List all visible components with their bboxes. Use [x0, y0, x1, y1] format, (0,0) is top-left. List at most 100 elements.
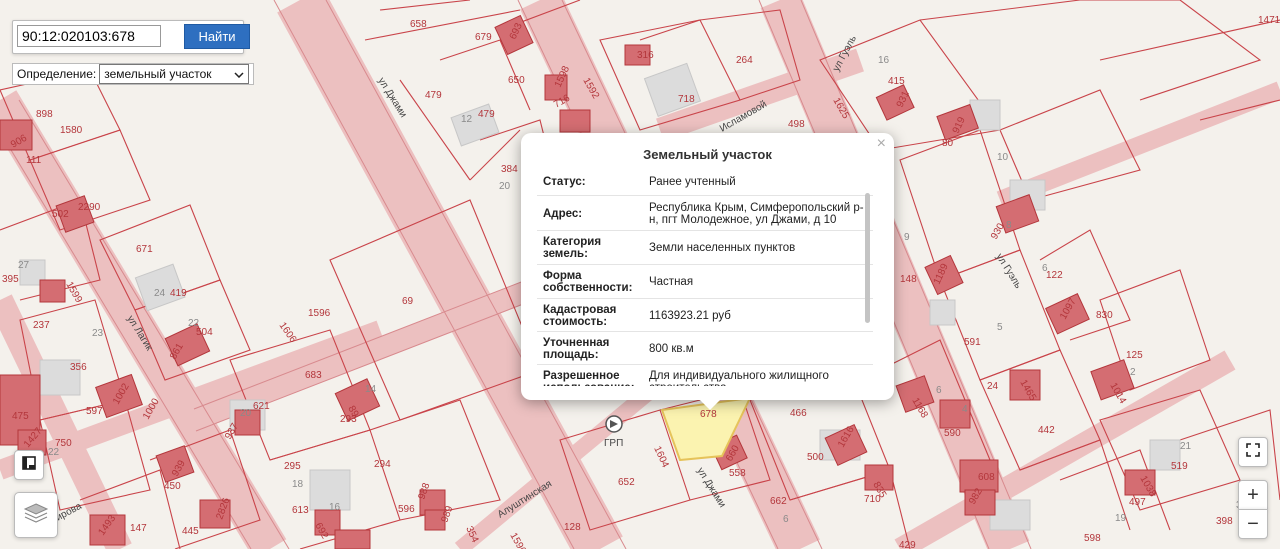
- popup-tip: [698, 398, 722, 410]
- svg-text:19: 19: [1115, 513, 1127, 524]
- svg-text:475: 475: [12, 411, 29, 422]
- svg-text:466: 466: [790, 408, 807, 419]
- svg-text:679: 679: [475, 32, 492, 43]
- svg-text:450: 450: [164, 481, 181, 492]
- svg-text:1580: 1580: [60, 125, 83, 136]
- svg-text:6: 6: [936, 385, 942, 396]
- svg-text:591: 591: [964, 337, 981, 348]
- attr-row-address: Адрес: Республика Крым, Симферопольский …: [537, 196, 873, 231]
- search-panel: Найти: [12, 20, 250, 54]
- cadastral-number-input[interactable]: [17, 25, 161, 47]
- svg-text:498: 498: [788, 119, 805, 130]
- svg-text:9: 9: [904, 232, 910, 243]
- svg-text:613: 613: [292, 505, 309, 516]
- svg-text:429: 429: [899, 540, 916, 549]
- svg-text:69: 69: [402, 296, 414, 307]
- attr-value: Для индивидуального жилищного строительс…: [649, 369, 829, 387]
- svg-text:683: 683: [305, 370, 322, 381]
- svg-text:502: 502: [52, 209, 69, 220]
- svg-text:898: 898: [36, 109, 53, 120]
- svg-text:504: 504: [196, 327, 213, 338]
- zoom-out-icon: −: [1247, 512, 1259, 535]
- definition-label: Определение:: [17, 67, 97, 81]
- svg-text:830: 830: [1096, 310, 1113, 321]
- svg-text:12: 12: [461, 114, 473, 125]
- svg-text:497: 497: [1129, 497, 1146, 508]
- svg-text:608: 608: [978, 472, 995, 483]
- svg-text:2290: 2290: [78, 202, 101, 213]
- definition-selected: земельный участок: [104, 67, 212, 81]
- svg-text:ГРП: ГРП: [604, 438, 623, 449]
- svg-text:24: 24: [987, 381, 999, 392]
- svg-text:237: 237: [33, 320, 50, 331]
- svg-text:23: 23: [92, 328, 104, 339]
- popup-title: Земельный участок: [643, 147, 772, 162]
- svg-text:10: 10: [997, 152, 1009, 163]
- svg-text:598: 598: [1084, 533, 1101, 544]
- attr-key: Форма собственности:: [543, 270, 633, 294]
- svg-text:264: 264: [736, 55, 753, 66]
- zoom-out-button[interactable]: −: [1238, 509, 1268, 539]
- svg-text:395: 395: [2, 274, 19, 285]
- svg-text:147: 147: [130, 523, 147, 534]
- svg-text:20: 20: [240, 408, 252, 419]
- scroll-thumb[interactable]: [865, 193, 870, 323]
- svg-text:558: 558: [729, 468, 746, 479]
- popup-scrollbar[interactable]: [862, 175, 872, 385]
- svg-text:148: 148: [900, 274, 917, 285]
- fullscreen-button[interactable]: [1238, 437, 1268, 467]
- svg-text:519: 519: [1171, 461, 1188, 472]
- svg-text:295: 295: [284, 461, 301, 472]
- svg-text:671: 671: [136, 244, 153, 255]
- svg-text:652: 652: [618, 477, 635, 488]
- svg-text:14: 14: [365, 384, 377, 395]
- svg-text:8: 8: [1006, 220, 1012, 231]
- svg-text:20: 20: [499, 181, 511, 192]
- svg-text:419: 419: [170, 288, 187, 299]
- svg-text:662: 662: [770, 496, 787, 507]
- attr-key: Адрес:: [543, 207, 583, 220]
- svg-text:479: 479: [425, 90, 442, 101]
- chevron-down-icon: [234, 67, 244, 81]
- svg-text:658: 658: [410, 19, 427, 30]
- svg-text:384: 384: [501, 164, 518, 175]
- svg-text:356: 356: [70, 362, 87, 373]
- popup-attributes[interactable]: Статус: Ранее учтенный Адрес: Республика…: [537, 173, 873, 386]
- find-button[interactable]: Найти: [184, 24, 250, 49]
- attr-key: Уточненная площадь:: [543, 336, 610, 361]
- svg-text:128: 128: [564, 522, 581, 533]
- layers-button[interactable]: [14, 492, 58, 538]
- zoom-in-button[interactable]: +: [1238, 480, 1268, 510]
- svg-text:479: 479: [478, 109, 495, 120]
- svg-text:1471: 1471: [1258, 15, 1280, 26]
- legend-button[interactable]: [14, 450, 44, 480]
- svg-text:442: 442: [1038, 425, 1055, 436]
- definition-select[interactable]: земельный участок: [99, 64, 250, 84]
- svg-text:316: 316: [637, 50, 654, 61]
- attr-value: 1163923.21 руб: [649, 309, 731, 322]
- svg-text:24: 24: [154, 288, 166, 299]
- svg-text:500: 500: [807, 452, 824, 463]
- svg-text:596: 596: [398, 504, 415, 515]
- attr-key: Разрешенное использование:: [543, 369, 635, 387]
- attr-key: Кадастровая стоимость:: [543, 303, 617, 328]
- svg-text:621: 621: [253, 401, 270, 412]
- svg-text:22: 22: [48, 447, 60, 458]
- svg-text:122: 122: [1046, 270, 1063, 281]
- attr-row-area: Уточненная площадь: 800 кв.м: [537, 332, 873, 365]
- svg-text:415: 415: [888, 76, 905, 87]
- svg-text:4: 4: [962, 404, 968, 415]
- plot-info-popup: × Земельный участок Статус: Ранее учтенн…: [521, 133, 894, 400]
- legend-icon: [21, 454, 37, 477]
- zoom-in-icon: +: [1247, 483, 1259, 506]
- attr-value: Частная: [649, 276, 694, 288]
- svg-text:590: 590: [944, 428, 961, 439]
- svg-text:445: 445: [182, 526, 199, 537]
- svg-text:16: 16: [878, 55, 890, 66]
- svg-text:21: 21: [1180, 441, 1192, 452]
- svg-text:398: 398: [1216, 516, 1233, 527]
- attr-row-status: Статус: Ранее учтенный: [537, 173, 873, 196]
- attr-value: 800 кв.м: [649, 342, 694, 355]
- svg-text:718: 718: [678, 94, 695, 105]
- definition-row: Определение: земельный участок: [12, 63, 255, 85]
